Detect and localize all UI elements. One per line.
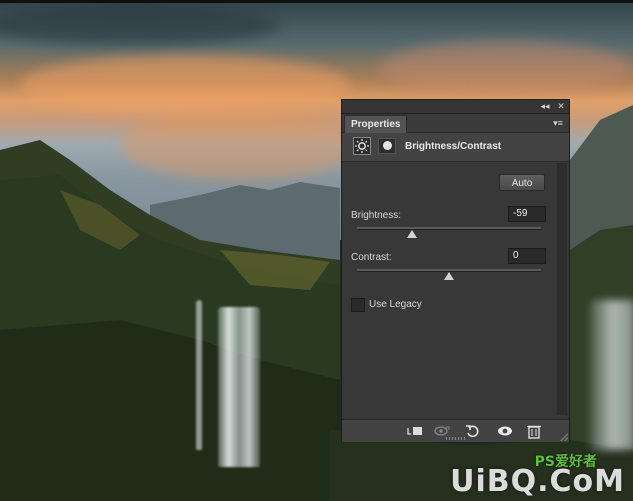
brightness-slider-thumb[interactable] (407, 230, 418, 238)
waterfall (196, 300, 202, 450)
use-legacy-label: Use Legacy (369, 299, 422, 310)
panel-menu-icon[interactable]: ▾≡ (551, 117, 565, 129)
use-legacy-checkbox[interactable] (351, 298, 365, 312)
brightness-input[interactable]: -59 (508, 206, 546, 222)
adjustment-title: Brightness/Contrast (405, 141, 502, 152)
contrast-slider[interactable] (357, 269, 541, 280)
panel-tab-row: Properties ▾≡ (342, 114, 569, 133)
brightness-slider[interactable] (357, 227, 541, 238)
contrast-slider-thumb[interactable] (444, 272, 454, 280)
properties-content: Brightness/Contrast Auto Brightness: -59… (342, 133, 569, 419)
waterfall (590, 300, 633, 450)
panel-grip[interactable] (446, 437, 466, 440)
panel-resize-handle[interactable] (560, 433, 568, 441)
reset-icon[interactable] (464, 423, 482, 439)
trash-icon[interactable] (525, 423, 543, 439)
brightness-label: Brightness: (351, 210, 402, 221)
close-panel-icon[interactable]: ✕ (554, 100, 568, 113)
contrast-label: Contrast: (351, 252, 392, 263)
clip-to-layer-icon[interactable] (406, 423, 424, 439)
watermark: UiBQ.CoM (450, 464, 625, 499)
top-edge (0, 0, 633, 3)
panel-scrollbar[interactable] (557, 163, 567, 415)
waterfall (218, 307, 260, 467)
tab-properties[interactable]: Properties (344, 115, 408, 133)
contrast-input[interactable]: 0 (508, 248, 546, 264)
eye-icon[interactable] (496, 423, 514, 439)
collapse-panel-icon[interactable]: ◂◂ (538, 100, 552, 113)
properties-panel: ◂◂ ✕ Properties ▾≡ Brightness/Contrast A… (341, 99, 570, 442)
auto-button[interactable]: Auto (499, 174, 545, 191)
sun-brightness-icon[interactable] (353, 137, 371, 155)
panel-titlebar[interactable]: ◂◂ ✕ (342, 100, 569, 114)
adjustment-header: Brightness/Contrast (342, 133, 569, 162)
panel-bottom-toolbar (342, 419, 569, 442)
layer-mask-icon[interactable] (378, 138, 396, 154)
